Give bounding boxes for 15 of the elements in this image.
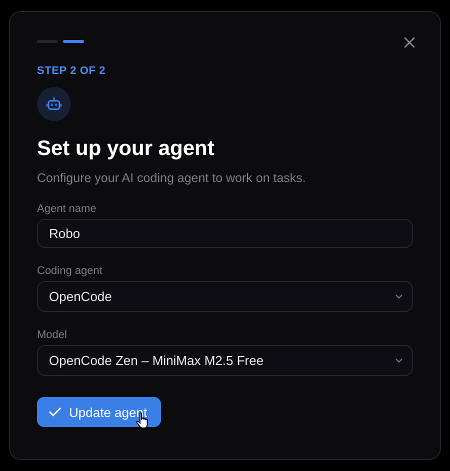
chevron-down-icon xyxy=(395,358,403,363)
field-label: Model xyxy=(37,329,68,341)
step-label: STEP 2 OF 2 xyxy=(37,65,107,77)
field-label: Coding agent xyxy=(37,265,104,277)
name-input[interactable]: Robo xyxy=(37,219,413,248)
field-label: Agent name xyxy=(37,203,98,215)
update-agent-button[interactable]: Update agent xyxy=(37,397,161,427)
select-dropdown[interactable]: OpenCode Zen – MiniMax M2.5 Free xyxy=(37,345,413,376)
check-icon xyxy=(49,407,61,417)
close-icon[interactable] xyxy=(404,36,415,48)
robot-icon xyxy=(37,87,71,121)
dialog-subtitle: Configure your AI coding agent to work on tasks. xyxy=(37,170,307,186)
select-dropdown[interactable]: OpenCode xyxy=(37,281,413,312)
chevron-down-icon xyxy=(395,294,403,299)
dialog-title: Set up your agent xyxy=(37,136,216,162)
